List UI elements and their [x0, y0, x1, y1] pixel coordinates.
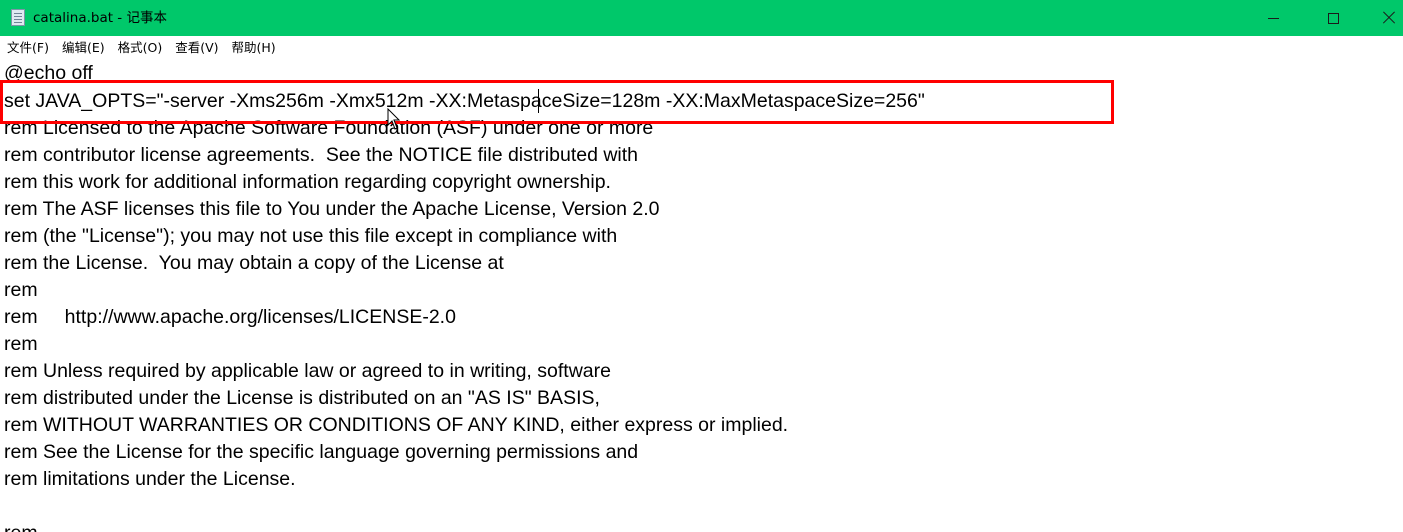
editor-line: rem See the License for the specific lan… [4, 441, 639, 463]
menu-bar: 文件(F) 编辑(E) 格式(O) 查看(V) 帮助(H) [0, 36, 1403, 60]
editor-line: rem distributed under the License is dis… [4, 387, 600, 409]
editor-line: rem the License. You may obtain a copy o… [4, 252, 504, 274]
ibeam-cursor-icon [387, 108, 401, 130]
maximize-button[interactable] [1310, 0, 1356, 36]
editor-line: rem WITHOUT WARRANTIES OR CONDITIONS OF … [4, 414, 789, 436]
notepad-icon[interactable] [11, 9, 25, 26]
menu-view[interactable]: 查看(V) [168, 38, 224, 58]
editor-line: rem this work for additional information… [4, 171, 611, 193]
editor-line: rem Licensed to the Apache Software Foun… [4, 117, 654, 139]
editor-line: rem contributor license agreements. See … [4, 144, 639, 166]
notepad-window: catalina.bat - 记事本 文件(F) 编辑(E) 格式(O) 查看(… [0, 0, 1403, 532]
editor-line: rem (the "License"); you may not use thi… [4, 225, 618, 247]
minimize-icon [1267, 17, 1279, 19]
menu-file[interactable]: 文件(F) [0, 38, 55, 58]
maximize-icon [1327, 12, 1339, 24]
text-caret [538, 89, 539, 113]
menu-format[interactable]: 格式(O) [111, 38, 169, 58]
editor-line: rem [4, 333, 38, 355]
menu-edit[interactable]: 编辑(E) [55, 38, 111, 58]
editor-line: rem limitations under the License. [4, 468, 296, 490]
minimize-button[interactable] [1250, 0, 1296, 36]
window-title: catalina.bat - 记事本 [33, 10, 167, 26]
editor-line: rem Unless required by applicable law or… [4, 360, 611, 382]
editor-line: rem The ASF licenses this file to You un… [4, 198, 660, 220]
close-button[interactable] [1366, 0, 1403, 36]
editor-line: rem http://www.apache.org/licenses/LICEN… [4, 306, 456, 328]
editor-line: rem [4, 279, 38, 301]
text-editor[interactable]: @echo off set JAVA_OPTS="-server -Xms256… [0, 60, 1403, 532]
editor-line: set JAVA_OPTS="-server -Xms256m -Xmx512m… [4, 90, 925, 112]
close-icon [1383, 12, 1395, 24]
menu-help[interactable]: 帮助(H) [225, 38, 282, 58]
title-bar[interactable]: catalina.bat - 记事本 [0, 0, 1403, 36]
editor-line: @echo off [4, 62, 93, 84]
editor-line: rem [4, 520, 38, 532]
